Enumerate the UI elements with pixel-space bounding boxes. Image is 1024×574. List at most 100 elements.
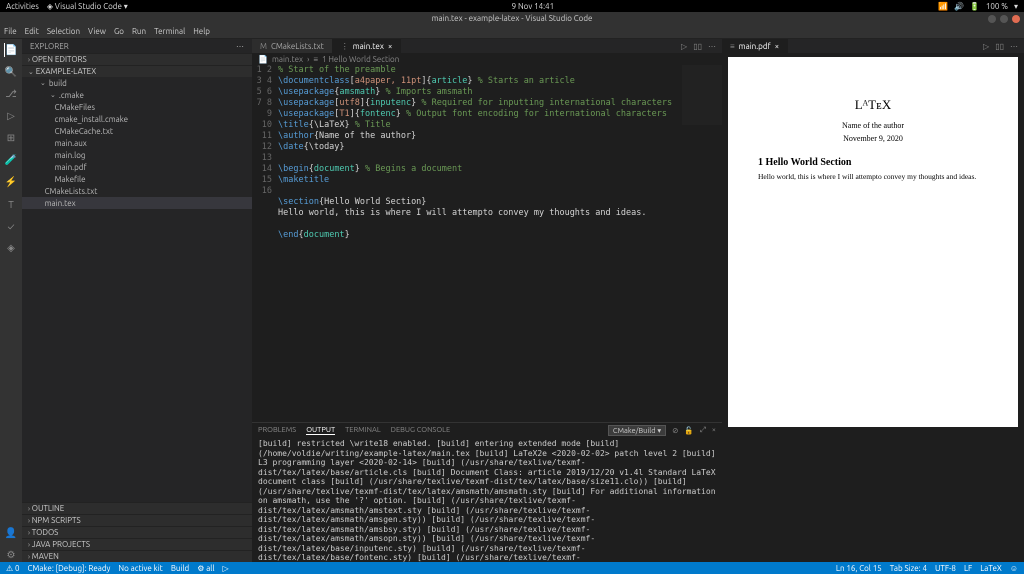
status-item[interactable]: LF: [964, 564, 972, 573]
status-item[interactable]: ▷: [223, 564, 229, 573]
preview-tabs: ≡main.pdf× ▷ ▯▯ ⋯: [722, 39, 1024, 53]
tree-item[interactable]: main.pdf: [22, 161, 252, 173]
menu-file[interactable]: File: [4, 27, 17, 36]
explorer-icon[interactable]: 📄: [4, 43, 18, 57]
test-icon[interactable]: 🧪: [4, 153, 18, 167]
menubar: File Edit Selection View Go Run Terminal Help: [0, 25, 1024, 39]
misc-icon[interactable]: ◈: [4, 241, 18, 255]
explorer-header: EXPLORER⋯: [22, 39, 252, 53]
run-icon[interactable]: ▷: [983, 42, 989, 51]
close-button[interactable]: [1012, 15, 1020, 23]
tree-item[interactable]: CMakeFiles: [22, 101, 252, 113]
tab[interactable]: ⋮main.tex×: [333, 39, 402, 53]
maximize-panel-icon[interactable]: ⤢: [700, 426, 706, 435]
status-item[interactable]: ☺: [1010, 564, 1018, 573]
menu-edit[interactable]: Edit: [25, 27, 39, 36]
todo-icon[interactable]: ✓: [4, 219, 18, 233]
tree-item[interactable]: main.tex: [22, 197, 252, 209]
battery-icon: 🔋: [970, 2, 980, 11]
menu-selection[interactable]: Selection: [47, 27, 80, 36]
maximize-button[interactable]: [1000, 15, 1008, 23]
root-section[interactable]: ⌄ EXAMPLE-LATEX: [22, 65, 252, 77]
output-body[interactable]: [build] restricted \write18 enabled. [bu…: [252, 437, 722, 562]
remote-icon[interactable]: ⚡: [4, 175, 18, 189]
tree-item[interactable]: main.log: [22, 149, 252, 161]
tree-item[interactable]: Makefile: [22, 173, 252, 185]
more-icon[interactable]: ⋯: [708, 42, 716, 51]
panel-tab-output[interactable]: OUTPUT: [306, 426, 335, 435]
section-outline[interactable]: › OUTLINE: [22, 502, 252, 514]
extensions-icon[interactable]: ⊞: [4, 131, 18, 145]
code-editor[interactable]: 1 2 3 4 5 6 7 8 9 10 11 12 13 14 15 16 %…: [252, 65, 722, 422]
editor-tabs: MCMakeLists.txt⋮main.tex× ▷ ▯▯ ⋯: [252, 39, 722, 53]
breadcrumb[interactable]: 📄main.tex›≡1 Hello World Section: [252, 53, 722, 65]
panel-tab-terminal[interactable]: TERMINAL: [345, 426, 381, 434]
volume-icon: 🔊: [954, 2, 964, 11]
status-item[interactable]: No active kit: [118, 564, 162, 573]
account-icon[interactable]: 👤: [4, 526, 18, 540]
tab[interactable]: ≡main.pdf×: [722, 39, 788, 53]
desktop-topbar: Activities ◈ Visual Studio Code ▾ 9 Nov …: [0, 0, 1024, 12]
split-icon[interactable]: ▯▯: [995, 42, 1004, 51]
tab[interactable]: MCMakeLists.txt: [252, 39, 333, 53]
run-icon[interactable]: ▷: [681, 42, 687, 51]
status-item[interactable]: ⚙ all: [197, 564, 214, 573]
scm-icon[interactable]: ⎇: [4, 87, 18, 101]
system-tray[interactable]: 📶 🔊 🔋 100 % ▾: [938, 2, 1018, 11]
lock-icon[interactable]: 🔓: [684, 426, 693, 435]
activities-label[interactable]: Activities: [6, 2, 39, 11]
section-maven[interactable]: › MAVEN: [22, 550, 252, 562]
editor-group: MCMakeLists.txt⋮main.tex× ▷ ▯▯ ⋯ 📄main.tex›…: [252, 39, 722, 562]
tree-item[interactable]: ⌄ build: [22, 77, 252, 89]
section-npm-scripts[interactable]: › NPM SCRIPTS: [22, 514, 252, 526]
menu-terminal[interactable]: Terminal: [154, 27, 185, 36]
open-editors-section[interactable]: › OPEN EDITORS: [22, 53, 252, 65]
task-dropdown[interactable]: CMake/Build ▾: [608, 425, 666, 436]
panel-tabs: PROBLEMS OUTPUT TERMINAL DEBUG CONSOLE CMake…: [252, 423, 722, 437]
menu-go[interactable]: Go: [114, 27, 124, 36]
status-item[interactable]: Build: [171, 564, 189, 573]
status-item[interactable]: ⚠ 0: [6, 564, 20, 573]
clear-icon[interactable]: ⊘: [672, 426, 678, 435]
tex-icon[interactable]: T: [4, 197, 18, 211]
status-item[interactable]: LaTeX: [980, 564, 1002, 573]
close-panel-icon[interactable]: ×: [712, 426, 716, 434]
debug-icon[interactable]: ▷: [4, 109, 18, 123]
minimize-button[interactable]: [988, 15, 996, 23]
pdf-date: November 9, 2020: [758, 134, 988, 143]
search-icon[interactable]: 🔍: [4, 65, 18, 79]
close-icon[interactable]: ×: [388, 42, 393, 51]
clock[interactable]: 9 Nov 14:41: [128, 2, 938, 11]
status-item[interactable]: Ln 16, Col 15: [836, 564, 882, 573]
tree-item[interactable]: main.aux: [22, 137, 252, 149]
status-item[interactable]: UTF-8: [935, 564, 956, 573]
tree-item[interactable]: CMakeCache.txt: [22, 125, 252, 137]
wifi-icon: 📶: [938, 2, 948, 11]
close-icon[interactable]: ×: [775, 42, 780, 51]
section-todos[interactable]: › TODOS: [22, 526, 252, 538]
more-icon[interactable]: ⋯: [236, 42, 244, 51]
panel-tab-problems[interactable]: PROBLEMS: [258, 426, 296, 434]
pdf-author: Name of the author: [758, 121, 988, 130]
menu-view[interactable]: View: [88, 27, 106, 36]
status-item[interactable]: CMake: [Debug]: Ready: [28, 564, 111, 573]
menu-run[interactable]: Run: [132, 27, 146, 36]
panel-tab-debug-console[interactable]: DEBUG CONSOLE: [391, 426, 451, 434]
pdf-heading: 1 Hello World Section: [758, 157, 988, 168]
minimap[interactable]: [682, 65, 722, 125]
tree-item[interactable]: cmake_install.cmake: [22, 113, 252, 125]
pdf-title: LᴬTᴇX: [758, 97, 988, 113]
menu-help[interactable]: Help: [193, 27, 210, 36]
tree-item[interactable]: ⌄ .cmake: [22, 89, 252, 101]
tree-item[interactable]: CMakeLists.txt: [22, 185, 252, 197]
pdf-page: LᴬTᴇX Name of the author November 9, 202…: [728, 57, 1018, 427]
split-icon[interactable]: ▯▯: [693, 42, 702, 51]
section-java-projects[interactable]: › JAVA PROJECTS: [22, 538, 252, 550]
sidebar: EXPLORER⋯ › OPEN EDITORS ⌄ EXAMPLE-LATEX…: [22, 39, 252, 562]
more-icon[interactable]: ⋯: [1010, 42, 1018, 51]
settings-icon[interactable]: ⚙: [4, 548, 18, 562]
status-item[interactable]: Tab Size: 4: [890, 564, 927, 573]
pdf-preview-pane: ≡main.pdf× ▷ ▯▯ ⋯ LᴬTᴇX Name of the author …: [722, 39, 1024, 562]
bottom-panel: PROBLEMS OUTPUT TERMINAL DEBUG CONSOLE CMake…: [252, 422, 722, 562]
pdf-viewport[interactable]: LᴬTᴇX Name of the author November 9, 202…: [722, 53, 1024, 562]
